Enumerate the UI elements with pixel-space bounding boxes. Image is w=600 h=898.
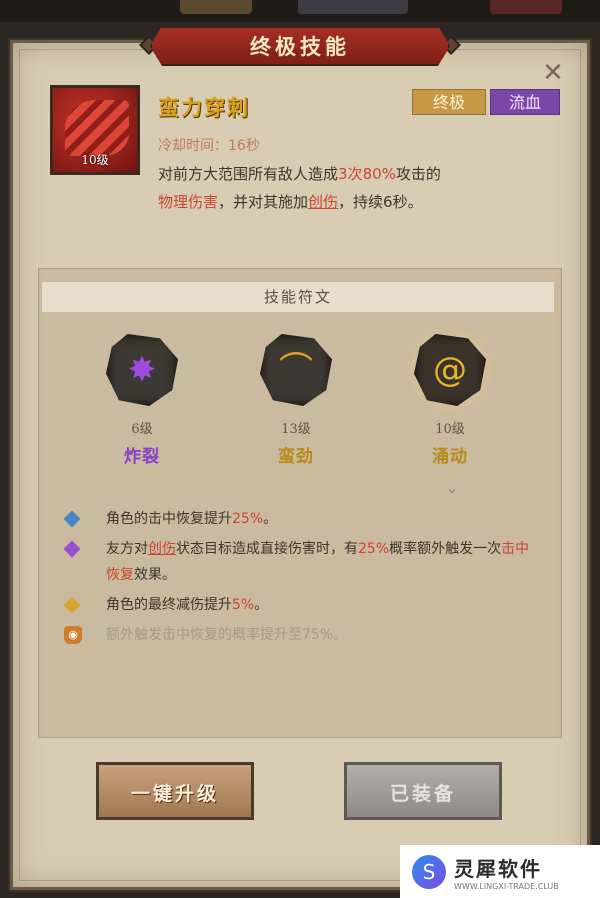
top-tab-strip (0, 0, 600, 22)
desc-text-1: 对前方大范围所有敌人造成 (158, 165, 339, 183)
dialog-title: 终极技能 (250, 35, 350, 59)
effect-row-2: 友方对创伤状态目标造成直接伤害时，有25%概率额外触发一次击中恢复效果。 (63, 536, 536, 590)
skill-icon: 10级 (50, 85, 140, 175)
desc-text-3: ，并对其施加 (218, 193, 309, 211)
effect-row-3: 角色的最终减伤提升5%。 (63, 592, 536, 618)
desc-damage-type: 物理伤害 (158, 193, 219, 211)
rune-name-1: 炸裂 (124, 447, 160, 467)
effect-text: 友方对 (106, 541, 148, 557)
effect-status-link[interactable]: 创伤 (148, 541, 176, 557)
diamond-blue-icon (63, 510, 81, 528)
effect-text-end: 。 (254, 597, 269, 613)
equipped-button[interactable]: 已装备 (344, 762, 502, 820)
skill-description: 对前方大范围所有敌人造成3次80%攻击的物理伤害，并对其施加创伤，持续6秒。 (158, 160, 548, 216)
top-tab-3[interactable] (490, 0, 562, 14)
rune-level-2: 13级 (281, 422, 311, 437)
rune-section-header: 技能符文 (42, 282, 554, 312)
top-tab-2[interactable] (298, 0, 408, 14)
effect-text: 角色的最终减伤提升 (106, 597, 232, 613)
watermark: S 灵犀软件 WWW.LINGXI-TRADE.CLUB (400, 845, 600, 898)
desc-percent: 80% (362, 165, 396, 183)
rune-name-2: 蛮劲 (278, 447, 314, 467)
watermark-name: 灵犀软件 (454, 856, 542, 881)
effect-value: 25% (232, 511, 264, 527)
effect-text: 状态目标造成直接伤害时，有 (176, 541, 358, 557)
desc-hits: 3次 (338, 165, 363, 183)
top-tab-1[interactable] (180, 0, 252, 14)
rune-name-3: 涌动 (432, 447, 468, 467)
chevron-down-icon: ⌄ (445, 478, 459, 497)
rune-slot-3-selected[interactable]: @ (402, 322, 498, 420)
swirl-icon: @ (433, 350, 467, 390)
lock-icon: ◉ (64, 626, 82, 644)
dialog-title-banner: 终极技能 (150, 26, 450, 66)
desc-status-link[interactable]: 创伤 (308, 193, 338, 211)
rune-level-3: 10级 (435, 422, 465, 437)
skill-level: 10级 (81, 153, 109, 167)
effect-row-4-locked: ◉ 额外触发击中恢复的概率提升至75%。 (64, 622, 536, 648)
brand-logo-icon: S (412, 854, 446, 889)
effect-locked-text: 额外触发击中恢复的概率提升至75%。 (106, 627, 348, 643)
effect-text: 概率额外触发一次 (389, 541, 502, 557)
tag-bleed: 流血 (490, 89, 560, 115)
claw-slash-icon (65, 100, 129, 156)
effect-text-end: 效果。 (134, 567, 176, 583)
rune-slot-1[interactable]: ✸ (98, 330, 188, 420)
desc-text-4: ，持续6秒。 (338, 193, 423, 211)
effect-text-end: 。 (263, 511, 278, 527)
effect-value: 25% (358, 541, 390, 557)
diamond-gold-icon (63, 596, 81, 614)
watermark-url: WWW.LINGXI-TRADE.CLUB (454, 881, 559, 891)
close-icon[interactable]: ✕ (540, 60, 566, 86)
diamond-purple-icon (63, 540, 81, 558)
upgrade-all-button[interactable]: 一键升级 (96, 762, 254, 820)
effect-text: 角色的击中恢复提升 (106, 511, 232, 527)
rune-slot-2[interactable]: ⌒ (252, 330, 342, 420)
effect-value: 5% (232, 597, 255, 613)
splat-icon: ✸ (127, 350, 157, 390)
rune-level-1: 6级 (131, 422, 153, 437)
tag-ultimate: 终极 (412, 89, 486, 115)
desc-text-2: 攻击的 (395, 165, 441, 183)
claw-icon: ⌒ (279, 350, 313, 390)
effect-row-1: 角色的击中恢复提升25%。 (63, 506, 536, 532)
skill-cooldown: 冷却时间：16秒 (158, 138, 260, 154)
skill-name: 蛮力穿刺 (158, 96, 250, 120)
